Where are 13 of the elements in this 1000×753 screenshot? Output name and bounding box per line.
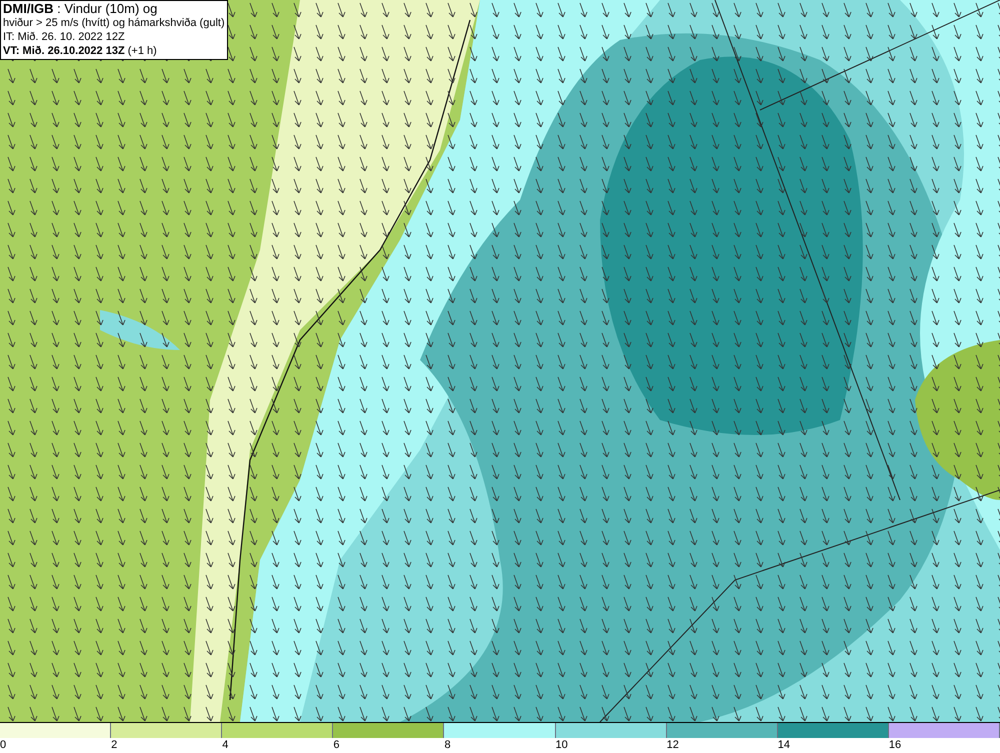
- legend-label: 12: [666, 738, 679, 753]
- legend-label: 0: [0, 738, 6, 753]
- legend-label: 2: [111, 738, 118, 753]
- legend-label: 8: [444, 738, 451, 753]
- info-text: VT: Mið. 26.10.2022 13Z (+1 h): [3, 44, 158, 58]
- legend-label: 6: [333, 738, 340, 753]
- legend-label: 14: [778, 738, 790, 753]
- legend-label: 10: [556, 738, 568, 753]
- info-text: DMI/IGB : Vindur (10m) og: [3, 2, 158, 16]
- info-text: IT: Mið. 26. 10. 2022 12Z: [3, 30, 126, 44]
- info-text: hviður > 25 m/s (hvítt) og hámarkshviða (gult): [3, 16, 225, 30]
- legend-label: 4: [222, 738, 228, 753]
- legend-label: 16: [888, 738, 902, 753]
